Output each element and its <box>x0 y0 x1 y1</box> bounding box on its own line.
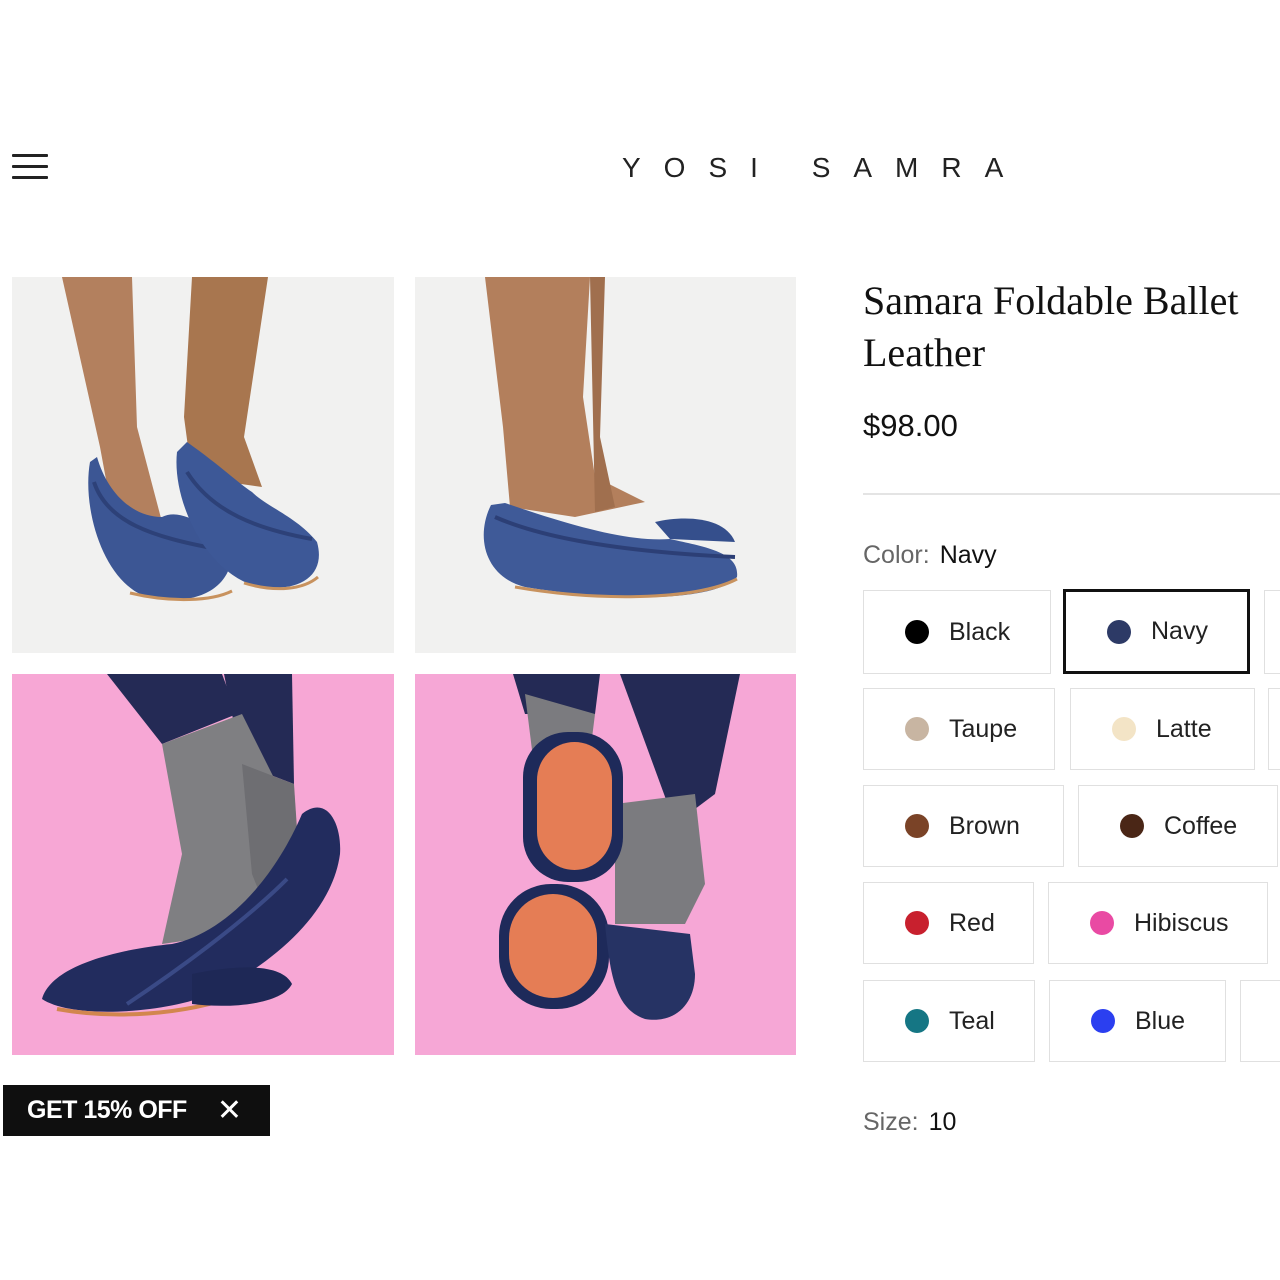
product-image-socks[interactable] <box>12 674 394 1055</box>
divider <box>863 493 1280 495</box>
swatch-label: Black <box>949 617 1011 646</box>
swatch-label: Blue <box>1135 1006 1186 1035</box>
swatch-partial[interactable] <box>1240 980 1280 1062</box>
color-dot <box>905 717 929 741</box>
promo-label[interactable]: GET 15% OFF <box>27 1096 187 1125</box>
product-price: $98.00 <box>863 408 958 443</box>
product-image-front[interactable] <box>12 277 394 653</box>
hamburger-menu-icon[interactable] <box>12 154 50 182</box>
swatch-brown[interactable]: Brown <box>863 785 1064 867</box>
swatch-label: Latte <box>1156 714 1212 743</box>
swatch-label: Teal <box>949 1006 995 1035</box>
color-value: Navy <box>939 541 997 569</box>
product-image-side[interactable] <box>415 277 796 653</box>
color-selected-row: Color: Navy <box>863 541 997 570</box>
color-dot <box>905 814 929 838</box>
swatch-red[interactable]: Red <box>863 882 1034 964</box>
swatch-partial[interactable] <box>1268 688 1280 770</box>
swatch-label: Taupe <box>949 714 1018 743</box>
swatch-taupe[interactable]: Taupe <box>863 688 1055 770</box>
product-image-soles[interactable] <box>415 674 796 1055</box>
swatch-navy[interactable]: Navy <box>1063 589 1250 674</box>
color-dot <box>905 1009 929 1033</box>
swatch-label: Coffee <box>1164 811 1238 840</box>
swatch-label: Hibiscus <box>1134 908 1229 937</box>
swatch-coffee[interactable]: Coffee <box>1078 785 1278 867</box>
color-dot <box>1120 814 1144 838</box>
brand-logo[interactable]: YOSI SAMRA <box>622 152 1026 184</box>
swatch-black[interactable]: Black <box>863 590 1051 674</box>
size-selected-row: Size: 10 <box>863 1108 956 1137</box>
color-dot <box>1112 717 1136 741</box>
swatch-label: Brown <box>949 811 1020 840</box>
swatch-partial[interactable] <box>1264 590 1280 674</box>
swatch-hibiscus[interactable]: Hibiscus <box>1048 882 1268 964</box>
color-dot <box>905 620 929 644</box>
swatch-blue[interactable]: Blue <box>1049 980 1226 1062</box>
color-dot <box>905 911 929 935</box>
swatch-latte[interactable]: Latte <box>1070 688 1255 770</box>
swatch-label: Red <box>949 908 995 937</box>
close-icon[interactable]: ✕ <box>217 1095 242 1126</box>
color-dot <box>1091 1009 1115 1033</box>
product-title: Samara Foldable Ballet Leather <box>863 278 1239 375</box>
size-value: 10 <box>928 1108 957 1136</box>
color-label: Color: <box>863 541 930 569</box>
color-dot <box>1107 619 1131 644</box>
swatch-teal[interactable]: Teal <box>863 980 1035 1062</box>
promo-banner[interactable]: GET 15% OFF ✕ <box>3 1085 270 1136</box>
size-label: Size: <box>863 1108 919 1136</box>
swatch-label: Navy <box>1151 617 1208 645</box>
color-dot <box>1090 911 1114 935</box>
